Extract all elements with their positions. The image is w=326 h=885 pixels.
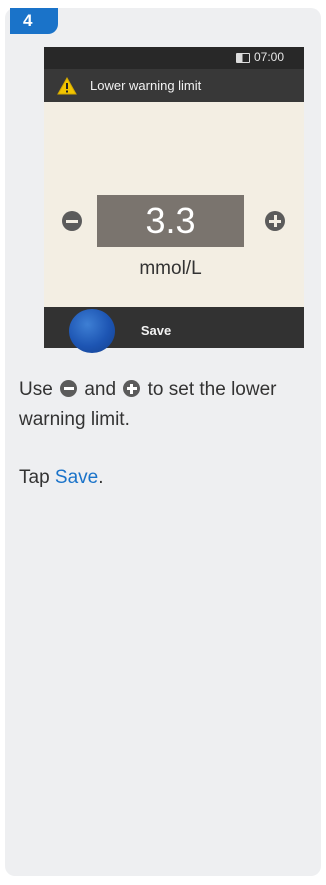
instruction-line-1: Use and to set the lower [19,375,319,404]
battery-icon [236,53,250,63]
step-badge: 4 [10,8,58,34]
instruction-text: Tap [19,467,50,488]
save-link[interactable]: Save [55,467,98,488]
limit-value: 3.3 [97,195,244,247]
title-bar: Lower warning limit [44,69,304,102]
instruction-line-2: warning limit. [19,409,130,430]
status-bar: 07:00 [44,47,304,69]
save-button[interactable]: Save [128,323,184,338]
instruction-text: to set the lower [147,379,277,400]
increase-button[interactable] [265,211,285,231]
screen-title: Lower warning limit [90,78,202,93]
minus-icon [60,380,78,397]
warning-icon [57,77,77,95]
unit-label: mmol/L [139,258,202,279]
instruction-tap: Tap Save. [19,463,319,492]
decrease-button[interactable] [62,211,82,231]
instruction-text: . [98,467,104,488]
instruction-text: Use [19,379,53,400]
instruction-text: and [84,379,117,400]
plus-icon [123,380,141,397]
touch-indicator [69,309,115,353]
status-time: 07:00 [254,50,285,64]
